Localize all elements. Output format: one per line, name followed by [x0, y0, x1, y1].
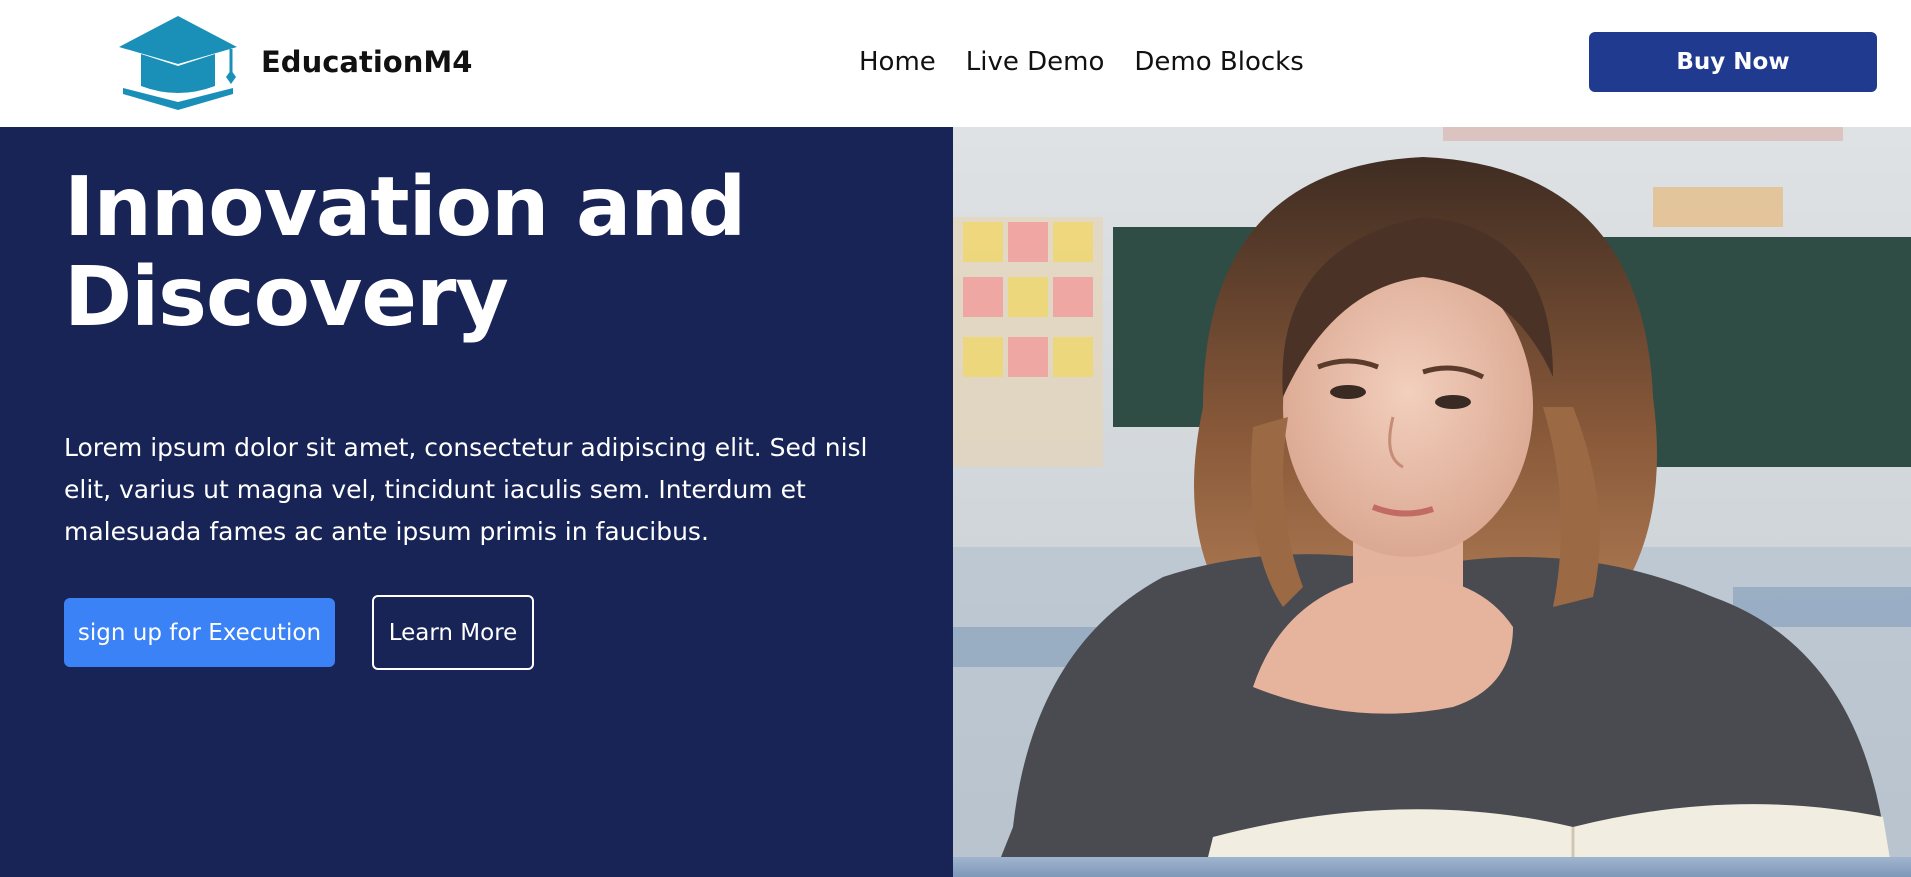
nav-live-demo[interactable]: Live Demo [966, 42, 1105, 82]
nav-demo-blocks[interactable]: Demo Blocks [1134, 42, 1303, 82]
buy-now-button[interactable]: Buy Now [1589, 32, 1877, 92]
nav-home[interactable]: Home [859, 42, 936, 82]
hero-title-line2: Discovery [64, 250, 509, 345]
brand-name: EducationM4 [261, 45, 473, 79]
hero-image-student [953, 127, 1911, 877]
learn-more-button[interactable]: Learn More [372, 595, 534, 670]
hero-photo-illustration [953, 127, 1911, 877]
hero-section: Innovation and Discovery Lorem ipsum dol… [0, 127, 953, 877]
hero-title-line1: Innovation and [64, 160, 746, 255]
main-nav: Home Live Demo Demo Blocks [859, 42, 1334, 82]
graduation-cap-icon [119, 16, 237, 110]
hero-description: Lorem ipsum dolor sit amet, consectetur … [64, 433, 868, 546]
brand-logo-link[interactable]: EducationM4 [115, 14, 472, 110]
signup-button[interactable]: sign up for Execution [64, 598, 335, 667]
hero-title: Innovation and Discovery [64, 163, 924, 343]
navbar: EducationM4 Home Live Demo Demo Blocks B… [0, 0, 1911, 127]
